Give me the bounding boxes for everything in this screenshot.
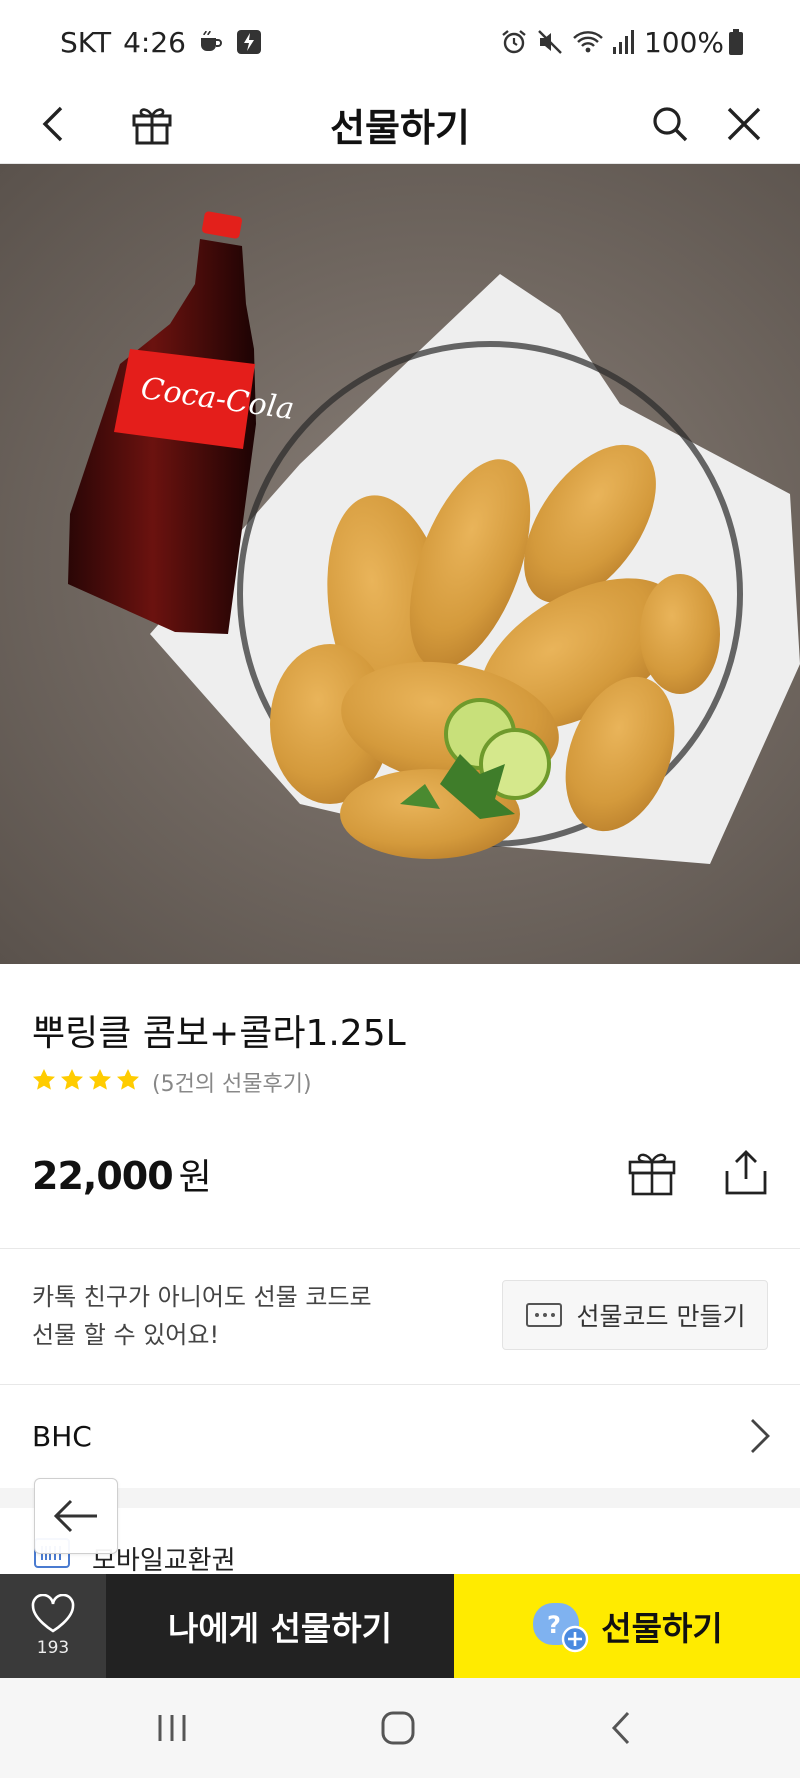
send-gift-button[interactable]: ? 선물하기 [454, 1574, 800, 1678]
bottom-action-bar: 193 나에게 선물하기 ? 선물하기 [0, 1574, 800, 1678]
coffee-icon [198, 29, 224, 55]
recent-apps-button[interactable] [132, 1698, 212, 1758]
brand-row[interactable]: BHC [0, 1386, 800, 1488]
close-icon [727, 107, 761, 141]
price-currency: 원 [178, 1157, 212, 1198]
ticket-icon [525, 1301, 563, 1329]
alarm-icon [500, 28, 528, 56]
heart-icon [31, 1594, 75, 1633]
share-icon [725, 1150, 767, 1195]
star-icon [88, 1068, 112, 1096]
chicken-cola-illustration: Coca-Cola [68, 211, 800, 864]
carrier-label: SKT [60, 25, 112, 59]
product-name: 뿌링클 콤보+콜라1.25L [32, 1013, 406, 1054]
gift-code-description-line1: 카톡 친구가 아니어도 선물 코드로 [32, 1283, 372, 1311]
price-amount: 22,000 [32, 1154, 174, 1198]
divider [0, 1384, 800, 1385]
star-icon [116, 1068, 140, 1096]
app-header: 선물하기 [0, 84, 800, 164]
clock: 4:26 [123, 25, 186, 59]
home-icon [381, 1711, 415, 1745]
search-icon [653, 107, 688, 142]
create-gift-code-button[interactable]: 선물코드 만들기 [502, 1280, 768, 1350]
mute-icon [536, 28, 564, 56]
like-button[interactable]: 193 [0, 1574, 106, 1678]
signal-icon [612, 29, 636, 55]
gift-icon [132, 108, 172, 145]
gift-wrap-button[interactable] [620, 1146, 684, 1200]
close-button[interactable] [712, 84, 776, 164]
brand-name: BHC [32, 1420, 92, 1453]
status-left: SKT 4:26 [60, 24, 262, 60]
star-icon [60, 1068, 84, 1096]
floating-back-button[interactable] [34, 1478, 118, 1554]
share-button[interactable] [714, 1146, 778, 1200]
star-icon [32, 1068, 56, 1096]
wifi-icon [572, 28, 604, 56]
gift-code-description: 카톡 친구가 아니어도 선물 코드로 선물 할 수 있어요! [32, 1278, 432, 1354]
review-count-link[interactable]: (5건의 선물후기) [152, 1066, 312, 1098]
recents-icon [158, 1715, 186, 1741]
chevron-left-icon [42, 106, 63, 142]
status-right: 100% [500, 24, 744, 60]
rating[interactable]: (5건의 선물후기) [32, 1066, 312, 1098]
section-separator [0, 1488, 800, 1508]
send-gift-label: 선물하기 [601, 1609, 723, 1648]
friend-add-icon: ? [531, 1599, 589, 1653]
chevron-right-icon [748, 1416, 772, 1460]
gift-icon [628, 1153, 676, 1196]
price: 22,000 원 [32, 1148, 212, 1200]
battery-icon [728, 28, 744, 56]
divider [0, 1248, 800, 1249]
arrow-left-icon [53, 1499, 97, 1533]
create-gift-code-label: 선물코드 만들기 [576, 1302, 746, 1331]
gift-to-self-button[interactable]: 나에게 선물하기 [106, 1574, 454, 1678]
flash-notification-icon [236, 29, 262, 55]
chevron-left-icon [611, 1711, 630, 1745]
back-button[interactable] [24, 84, 84, 164]
svg-text:?: ? [547, 1611, 561, 1639]
status-bar: SKT 4:26 100% [0, 0, 800, 84]
product-image: Coca-Cola [0, 164, 800, 964]
like-count: 193 [36, 1638, 70, 1658]
home-button[interactable] [358, 1698, 438, 1758]
system-nav-bar [0, 1678, 800, 1778]
battery-label: 100% [643, 25, 724, 59]
gift-box-button[interactable] [122, 84, 182, 164]
system-back-button[interactable] [582, 1698, 662, 1758]
gift-code-description-line2: 선물 할 수 있어요! [32, 1321, 220, 1349]
search-button[interactable] [638, 84, 702, 164]
voucher-row: 모바일교환권 [0, 1508, 800, 1576]
